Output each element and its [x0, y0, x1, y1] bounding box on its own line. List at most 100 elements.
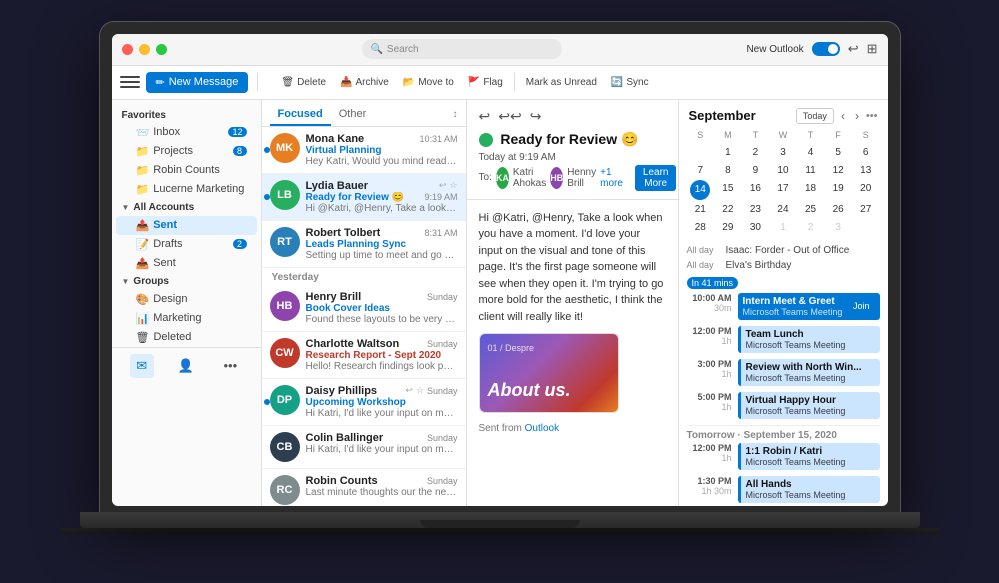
learn-more-button[interactable]: Learn More: [635, 165, 677, 191]
cal-date-3[interactable]: 3: [769, 144, 797, 161]
outlook-link[interactable]: Outlook: [525, 423, 559, 434]
next-month-button[interactable]: ›: [852, 109, 862, 123]
groups-header[interactable]: ▼ Groups: [112, 273, 261, 290]
event-time-col-review: 3:00 PM 1h: [687, 359, 732, 379]
sidebar-item-projects[interactable]: 📁 Projects 8: [116, 142, 257, 161]
sidebar-item-drafts[interactable]: 📝 Drafts 2: [116, 235, 257, 254]
cal-date-empty1[interactable]: [687, 144, 715, 161]
cal-date-7[interactable]: 7: [687, 162, 715, 179]
calendar-event-all-hands[interactable]: 1:30 PM 1h 30m All Hands Microsoft Teams…: [687, 476, 880, 503]
join-button-intern[interactable]: Join: [848, 300, 875, 312]
sidebar-item-deleted[interactable]: 🗑 Deleted: [116, 328, 257, 347]
new-outlook-toggle[interactable]: [812, 42, 840, 56]
search-box[interactable]: 🔍 Search: [362, 39, 562, 59]
cal-date-28[interactable]: 28: [687, 219, 715, 236]
close-button[interactable]: [122, 44, 133, 55]
marketing-icon: 📊: [136, 312, 150, 325]
sidebar-item-design[interactable]: 🎨 Design: [116, 290, 257, 309]
groups-chevron-icon: ▼: [122, 277, 130, 286]
cal-date-12[interactable]: 12: [824, 162, 852, 179]
tab-other[interactable]: Other: [331, 104, 375, 126]
cal-date-16[interactable]: 16: [742, 180, 770, 200]
cal-date-30[interactable]: 30: [742, 219, 770, 236]
sidebar-item-sent2[interactable]: 📤 Sent: [116, 254, 257, 273]
email-item-robert[interactable]: RT Robert Tolbert 8:31 AM Leads Planning…: [262, 221, 466, 268]
more-nav-icon[interactable]: •••: [218, 354, 242, 378]
sidebar-item-lucerne[interactable]: 📁 Lucerne Marketing: [116, 180, 257, 199]
cal-date-9[interactable]: 9: [742, 162, 770, 179]
cal-date-27[interactable]: 27: [852, 201, 880, 218]
email-item-mona[interactable]: MK Mona Kane 10:31 AM Virtual Planning H…: [262, 127, 466, 174]
cal-date-11[interactable]: 11: [797, 162, 825, 179]
flag-button[interactable]: 🚩 Flag: [462, 74, 509, 91]
people-nav-icon[interactable]: 👤: [174, 354, 198, 378]
new-message-button[interactable]: ✏ New Message: [146, 72, 249, 93]
email-item-charlotte[interactable]: CW Charlotte Waltson Sunday Research Rep…: [262, 332, 466, 379]
calendar-event-robin-katri[interactable]: 12:00 PM 1h 1:1 Robin / Katri Microsoft …: [687, 443, 880, 470]
projects-badge: 8: [233, 146, 247, 156]
sidebar-item-robin[interactable]: 📁 Robin Counts: [116, 161, 257, 180]
sidebar-item-marketing[interactable]: 📊 Marketing: [116, 309, 257, 328]
mark-unread-button[interactable]: Mark as Unread: [520, 74, 603, 91]
back-icon[interactable]: ↩: [848, 41, 859, 57]
sidebar-item-sent[interactable]: 📤 Sent: [116, 216, 257, 235]
cal-date-15[interactable]: 15: [714, 180, 742, 200]
sync-button[interactable]: 🔄 Sync: [605, 74, 655, 91]
prev-month-button[interactable]: ‹: [838, 109, 848, 123]
calendar-event-intern[interactable]: 10:00 AM 30m Intern Meet & Greet Microso…: [687, 293, 880, 320]
cal-date-2[interactable]: 2: [742, 144, 770, 161]
cal-date-26[interactable]: 26: [824, 201, 852, 218]
cal-date-25[interactable]: 25: [797, 201, 825, 218]
sort-button[interactable]: ↕: [453, 109, 458, 120]
cal-date-5[interactable]: 5: [824, 144, 852, 161]
cal-date-18[interactable]: 18: [797, 180, 825, 200]
cal-date-1[interactable]: 1: [714, 144, 742, 161]
calendar-more-icon[interactable]: •••: [866, 110, 878, 122]
cal-date-20[interactable]: 20: [852, 180, 880, 200]
cal-date-13[interactable]: 13: [852, 162, 880, 179]
maximize-button[interactable]: [156, 44, 167, 55]
in-mins-row: In 41 mins: [687, 277, 880, 289]
forward-button[interactable]: ↪: [530, 108, 542, 125]
cal-date-19[interactable]: 19: [824, 180, 852, 200]
email-item-henry[interactable]: HB Henry Brill Sunday Book Cover Ideas F…: [262, 285, 466, 332]
cal-date-23[interactable]: 23: [742, 201, 770, 218]
cal-date-empty2[interactable]: [852, 219, 880, 236]
cal-date-10[interactable]: 10: [769, 162, 797, 179]
cal-date-22[interactable]: 22: [714, 201, 742, 218]
email-item-robin-counts[interactable]: RC Robin Counts Sunday Last minute thoug…: [262, 469, 466, 506]
cal-date-8[interactable]: 8: [714, 162, 742, 179]
reply-button[interactable]: ↩: [479, 108, 491, 125]
reply-all-button[interactable]: ↩↩: [498, 108, 521, 125]
cal-date-17[interactable]: 17: [769, 180, 797, 200]
archive-button[interactable]: 📥 Archive: [334, 74, 395, 91]
minimize-button[interactable]: [139, 44, 150, 55]
calendar-event-happy-hour[interactable]: 5:00 PM 1h Virtual Happy Hour Microsoft …: [687, 392, 880, 419]
email-attachment[interactable]: 01 / Despre About us.: [479, 333, 619, 413]
cal-date-oct1[interactable]: 1: [769, 219, 797, 236]
hamburger-button[interactable]: [120, 76, 140, 88]
cal-date-14-today[interactable]: 14: [690, 180, 710, 200]
cal-date-4[interactable]: 4: [797, 144, 825, 161]
calendar-event-lunch[interactable]: 12:00 PM 1h Team Lunch Microsoft Teams M…: [687, 326, 880, 353]
delete-button[interactable]: 🗑 Delete: [275, 74, 332, 91]
calendar-week-4: 21 22 23 24 25 26 27: [687, 201, 880, 218]
tab-focused[interactable]: Focused: [270, 104, 331, 126]
mail-nav-icon[interactable]: ✉: [130, 354, 154, 378]
cal-date-29[interactable]: 29: [714, 219, 742, 236]
cal-date-21[interactable]: 21: [687, 201, 715, 218]
move-to-button[interactable]: 📂 Move to: [397, 74, 460, 91]
today-button[interactable]: Today: [796, 108, 834, 124]
sidebar-item-inbox[interactable]: 📨 Inbox 12: [116, 123, 257, 142]
cal-date-oct3[interactable]: 3: [824, 219, 852, 236]
cal-date-oct2[interactable]: 2: [797, 219, 825, 236]
calendar-event-review[interactable]: 3:00 PM 1h Review with North Win... Micr…: [687, 359, 880, 386]
email-item-lydia[interactable]: LB Lydia Bauer ↩ ☆: [262, 174, 466, 221]
event-time-intern: 10:00 AM: [687, 293, 732, 303]
grid-icon[interactable]: ⊞: [867, 41, 878, 57]
all-accounts-header[interactable]: ▼ All Accounts: [112, 199, 261, 216]
cal-date-24[interactable]: 24: [769, 201, 797, 218]
cal-date-6[interactable]: 6: [852, 144, 880, 161]
email-item-colin[interactable]: CB Colin Ballinger Sunday Hi Katri, I'd …: [262, 426, 466, 469]
email-item-daisy[interactable]: DP Daisy Phillips ↩ ☆ Sunday: [262, 379, 466, 426]
